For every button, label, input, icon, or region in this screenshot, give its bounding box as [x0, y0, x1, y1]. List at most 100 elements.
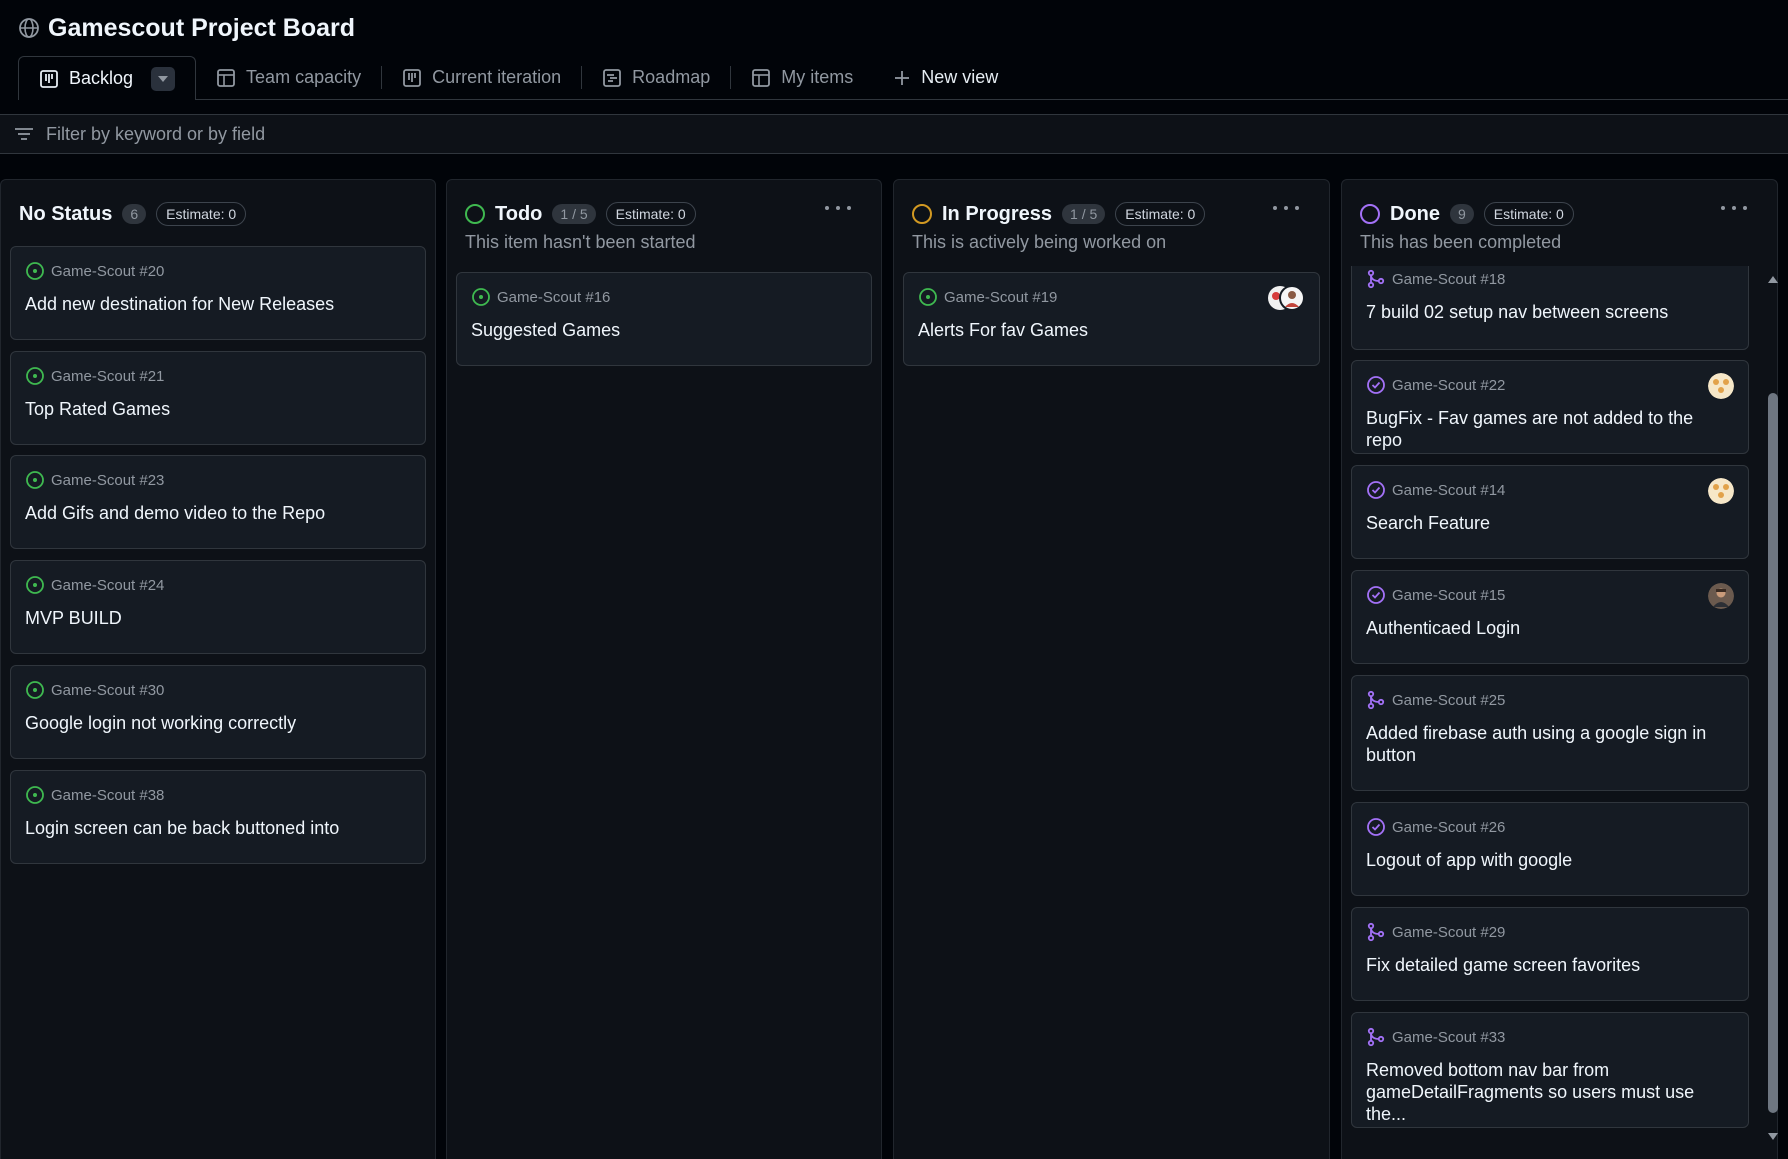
column-header: Todo 1 / 5 Estimate: 0	[465, 200, 696, 228]
card-ref: Game-Scout #24	[25, 575, 164, 595]
card-ref-text[interactable]: Game-Scout #23	[51, 472, 164, 489]
pr-merged-icon	[1367, 269, 1385, 289]
card-title[interactable]: Logout of app with google	[1366, 849, 1728, 871]
card-title[interactable]: Google login not working correctly	[25, 712, 405, 734]
issue-closed-icon	[1367, 481, 1385, 499]
assignees[interactable]	[1267, 285, 1305, 311]
card[interactable]: Game-Scout #24 MVP BUILD	[10, 560, 426, 654]
avatar-icon[interactable]	[1708, 373, 1734, 399]
column-header: In Progress 1 / 5 Estimate: 0	[912, 200, 1206, 228]
card-ref-text[interactable]: Game-Scout #24	[51, 577, 164, 594]
column-no-status: No Status 6 Estimate: 0 Game-Scout #20 A…	[0, 179, 436, 1159]
estimate-badge: Estimate: 0	[605, 202, 696, 226]
card-title[interactable]: Login screen can be back buttoned into	[25, 817, 405, 839]
card[interactable]: Game-Scout #21 Top Rated Games	[10, 351, 426, 445]
tab-label: My items	[781, 67, 854, 87]
card-ref-text[interactable]: Game-Scout #18	[1392, 271, 1505, 288]
card[interactable]: Game-Scout #29 Fix detailed game screen …	[1351, 907, 1749, 1001]
card-ref-text[interactable]: Game-Scout #14	[1392, 482, 1505, 499]
card-ref: Game-Scout #20	[25, 261, 164, 281]
card[interactable]: Game-Scout #26 Logout of app with google	[1351, 802, 1749, 896]
card-title[interactable]: Search Feature	[1366, 512, 1728, 534]
view-options-button[interactable]	[151, 66, 176, 91]
card-title[interactable]: 7 build 02 setup nav between screens	[1366, 301, 1728, 323]
item-count: 1 / 5	[552, 204, 596, 224]
avatar-icon[interactable]	[1708, 583, 1734, 609]
card-title[interactable]: MVP BUILD	[25, 607, 405, 629]
column-todo: Todo 1 / 5 Estimate: 0 This item hasn't …	[446, 179, 882, 1159]
card[interactable]: Game-Scout #20 Add new destination for N…	[10, 246, 426, 340]
issue-open-icon	[26, 576, 44, 594]
card-title[interactable]: Top Rated Games	[25, 398, 405, 420]
column-title: No Status	[19, 202, 113, 225]
card-title[interactable]: Authenticaed Login	[1366, 617, 1728, 639]
tab-team-capacity[interactable]: Team capacity	[196, 56, 381, 99]
card-ref-text[interactable]: Game-Scout #22	[1392, 377, 1505, 394]
card-ref: Game-Scout #25	[1366, 690, 1505, 710]
card-title[interactable]: BugFix - Fav games are not added to the …	[1366, 407, 1728, 451]
card-title[interactable]: Alerts For fav Games	[918, 319, 1299, 341]
item-count: 6	[122, 204, 147, 224]
status-circle-icon	[465, 204, 485, 224]
column-in-progress: In Progress 1 / 5 Estimate: 0 This is ac…	[893, 179, 1330, 1159]
view-tabs: Backlog Team capacity Current iteration …	[18, 56, 1788, 100]
card-title[interactable]: Fix detailed game screen favorites	[1366, 954, 1728, 976]
scrollbar-thumb[interactable]	[1768, 393, 1778, 1113]
card-title[interactable]: Removed bottom nav bar from gameDetailFr…	[1366, 1059, 1728, 1125]
card-ref: Game-Scout #33	[1366, 1027, 1505, 1047]
scroll-up-icon[interactable]	[1768, 275, 1778, 285]
tab-backlog[interactable]: Backlog	[18, 56, 197, 100]
column-menu-button[interactable]	[1721, 198, 1747, 218]
card[interactable]: Game-Scout #16 Suggested Games	[456, 272, 872, 366]
card-title[interactable]: Added firebase auth using a google sign …	[1366, 722, 1728, 766]
card[interactable]: Game-Scout #19 Alerts For fav Games	[903, 272, 1320, 366]
card-title[interactable]: Add new destination for New Releases	[25, 293, 405, 315]
issue-open-icon	[472, 288, 490, 306]
scroll-down-icon[interactable]	[1768, 1131, 1778, 1141]
card-ref-text[interactable]: Game-Scout #19	[944, 289, 1057, 306]
card-ref-text[interactable]: Game-Scout #29	[1392, 924, 1505, 941]
new-view-button[interactable]: New view	[873, 56, 1018, 99]
card-ref-text[interactable]: Game-Scout #30	[51, 682, 164, 699]
column-title: Done	[1390, 202, 1440, 225]
card-ref-text[interactable]: Game-Scout #21	[51, 368, 164, 385]
card-title[interactable]: Add Gifs and demo video to the Repo	[25, 502, 405, 524]
card-ref: Game-Scout #22	[1366, 375, 1505, 395]
card-ref-text[interactable]: Game-Scout #16	[497, 289, 610, 306]
card-ref-text[interactable]: Game-Scout #33	[1392, 1029, 1505, 1046]
card[interactable]: Game-Scout #14 Search Feature	[1351, 465, 1749, 559]
card[interactable]: Game-Scout #25 Added firebase auth using…	[1351, 675, 1749, 791]
board-icon	[403, 68, 422, 87]
filter-input[interactable]	[46, 123, 1788, 145]
card[interactable]: Game-Scout #30 Google login not working …	[10, 665, 426, 759]
card-list[interactable]: Game-Scout #18 7 build 02 setup nav betw…	[1342, 266, 1777, 1159]
column-description: This item hasn't been started	[465, 232, 696, 252]
card[interactable]: Game-Scout #33 Removed bottom nav bar fr…	[1351, 1012, 1749, 1128]
card-title[interactable]: Suggested Games	[471, 319, 851, 341]
column-menu-button[interactable]	[825, 198, 851, 218]
card-ref-text[interactable]: Game-Scout #25	[1392, 692, 1505, 709]
table-icon	[217, 68, 235, 87]
card[interactable]: Game-Scout #22 BugFix - Fav games are no…	[1351, 360, 1749, 454]
card[interactable]: Game-Scout #18 7 build 02 setup nav betw…	[1351, 266, 1749, 350]
card[interactable]: Game-Scout #15 Authenticaed Login	[1351, 570, 1749, 664]
avatar-icon[interactable]	[1708, 478, 1734, 504]
column-menu-button[interactable]	[1273, 198, 1299, 218]
card[interactable]: Game-Scout #23 Add Gifs and demo video t…	[10, 455, 426, 549]
tab-current-iteration[interactable]: Current iteration	[382, 56, 581, 99]
pr-merged-icon	[1367, 922, 1385, 942]
card-ref-text[interactable]: Game-Scout #38	[51, 787, 164, 804]
tab-my-items[interactable]: My items	[731, 56, 873, 99]
card-ref-text[interactable]: Game-Scout #15	[1392, 587, 1505, 604]
card-ref-text[interactable]: Game-Scout #26	[1392, 819, 1505, 836]
issue-open-icon	[26, 262, 44, 280]
card[interactable]: Game-Scout #38 Login screen can be back …	[10, 770, 426, 864]
issue-open-icon	[26, 786, 44, 804]
tab-roadmap[interactable]: Roadmap	[582, 56, 730, 99]
page-title[interactable]: Gamescout Project Board	[48, 14, 355, 43]
tab-label: Roadmap	[632, 67, 711, 87]
done-column-scrollbar[interactable]	[1766, 275, 1780, 1141]
estimate-badge: Estimate: 0	[156, 202, 247, 226]
card-ref-text[interactable]: Game-Scout #20	[51, 263, 164, 280]
column-title: In Progress	[942, 202, 1053, 225]
